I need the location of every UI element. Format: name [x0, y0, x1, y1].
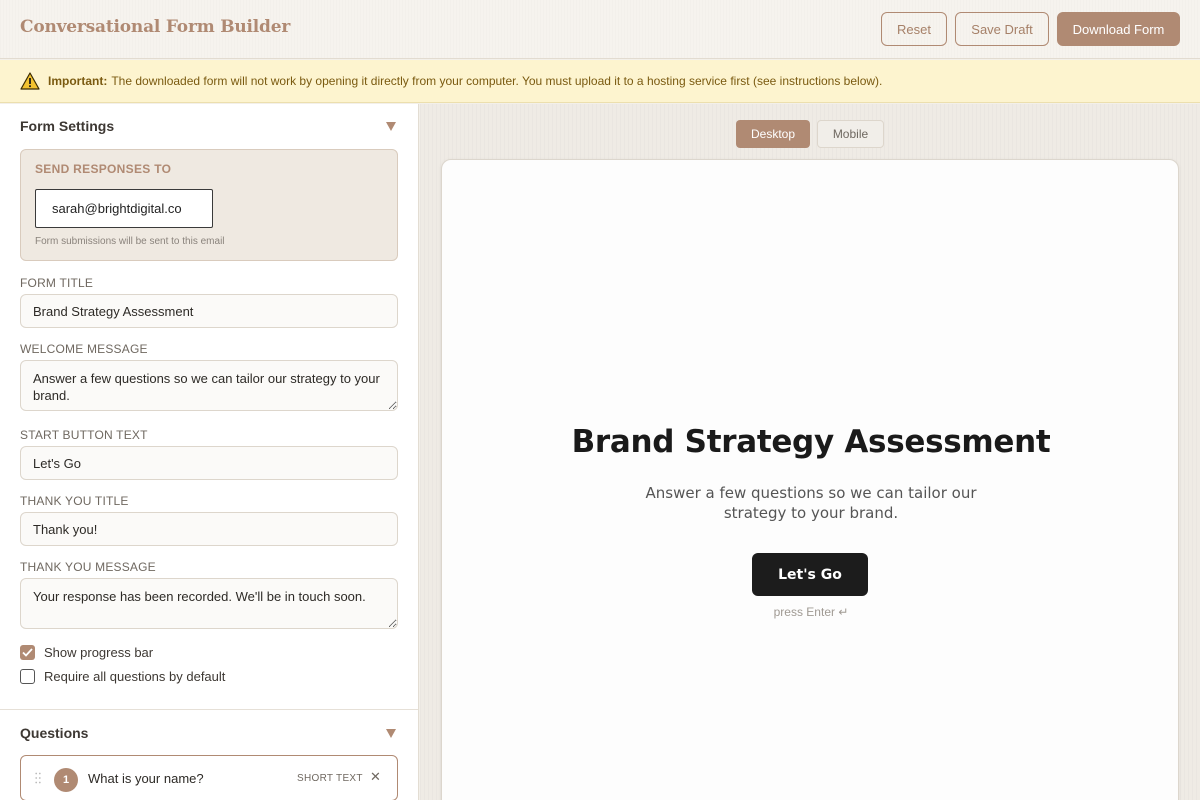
- send-responses-box: SEND RESPONSES TO Form submissions will …: [20, 149, 398, 261]
- chevron-down-icon[interactable]: [386, 121, 396, 131]
- warning-banner: Important: The downloaded form will not …: [0, 60, 1200, 103]
- questions-heading: Questions: [20, 725, 89, 741]
- preview-start-button[interactable]: Let's Go: [752, 553, 868, 596]
- form-settings-heading: Form Settings: [20, 118, 115, 134]
- banner-important-label: Important:: [48, 74, 108, 88]
- question-type-label: SHORT TEXT: [297, 773, 363, 784]
- top-bar: Conversational Form Builder Reset Save D…: [0, 0, 1200, 59]
- form-preview-frame: Brand Strategy Assessment Answer a few q…: [441, 159, 1179, 800]
- send-responses-label: SEND RESPONSES TO: [35, 162, 172, 176]
- warning-icon: [20, 72, 40, 90]
- welcome-message-input[interactable]: Answer a few questions so we can tailor …: [20, 360, 398, 411]
- thank-you-title-input[interactable]: [20, 512, 398, 546]
- save-draft-button[interactable]: Save Draft: [955, 12, 1049, 46]
- app-title: Conversational Form Builder: [20, 17, 291, 37]
- question-number-badge: 1: [54, 768, 78, 792]
- thank-you-title-label: THANK YOU TITLE: [20, 494, 129, 508]
- close-icon[interactable]: ✕: [370, 769, 381, 785]
- start-button-text-input[interactable]: [20, 446, 398, 480]
- require-all-row[interactable]: Require all questions by default: [20, 669, 225, 684]
- chevron-down-icon[interactable]: [386, 728, 396, 738]
- form-title-label: FORM TITLE: [20, 276, 94, 290]
- preview-title: Brand Strategy Assessment: [571, 424, 1051, 460]
- show-progress-label: Show progress bar: [44, 645, 154, 660]
- form-title-input[interactable]: [20, 294, 398, 328]
- email-help-text: Form submissions will be sent to this em…: [35, 236, 225, 247]
- question-item[interactable]: 1 What is your name? SHORT TEXT ✕: [20, 755, 398, 800]
- thank-you-message-input[interactable]: Your response has been recorded. We'll b…: [20, 578, 398, 629]
- press-enter-hint: press Enter ↵: [773, 605, 849, 619]
- start-button-text-label: START BUTTON TEXT: [20, 428, 148, 442]
- preview-panel: Desktop Mobile Brand Strategy Assessment…: [420, 104, 1200, 800]
- thank-you-message-label: THANK YOU MESSAGE: [20, 560, 156, 574]
- reset-button[interactable]: Reset: [881, 12, 947, 46]
- welcome-message-label: WELCOME MESSAGE: [20, 342, 148, 356]
- check-icon: [22, 648, 33, 657]
- show-progress-checkbox[interactable]: [20, 645, 35, 660]
- tab-desktop[interactable]: Desktop: [736, 120, 810, 148]
- question-text: What is your name?: [88, 771, 204, 786]
- download-form-button[interactable]: Download Form: [1057, 12, 1180, 46]
- drag-handle-icon[interactable]: [35, 772, 41, 784]
- require-all-checkbox[interactable]: [20, 669, 35, 684]
- settings-panel: Form Settings SEND RESPONSES TO Form sub…: [0, 104, 419, 800]
- tab-mobile[interactable]: Mobile: [817, 120, 884, 148]
- section-divider: [0, 709, 418, 710]
- preview-welcome-message: Answer a few questions so we can tailor …: [645, 484, 977, 522]
- questions-header[interactable]: Questions: [20, 723, 398, 743]
- email-field[interactable]: [35, 189, 213, 228]
- banner-text: The downloaded form will not work by ope…: [111, 74, 883, 88]
- require-all-label: Require all questions by default: [44, 669, 226, 684]
- form-settings-header[interactable]: Form Settings: [20, 116, 398, 136]
- show-progress-row[interactable]: Show progress bar: [20, 645, 153, 660]
